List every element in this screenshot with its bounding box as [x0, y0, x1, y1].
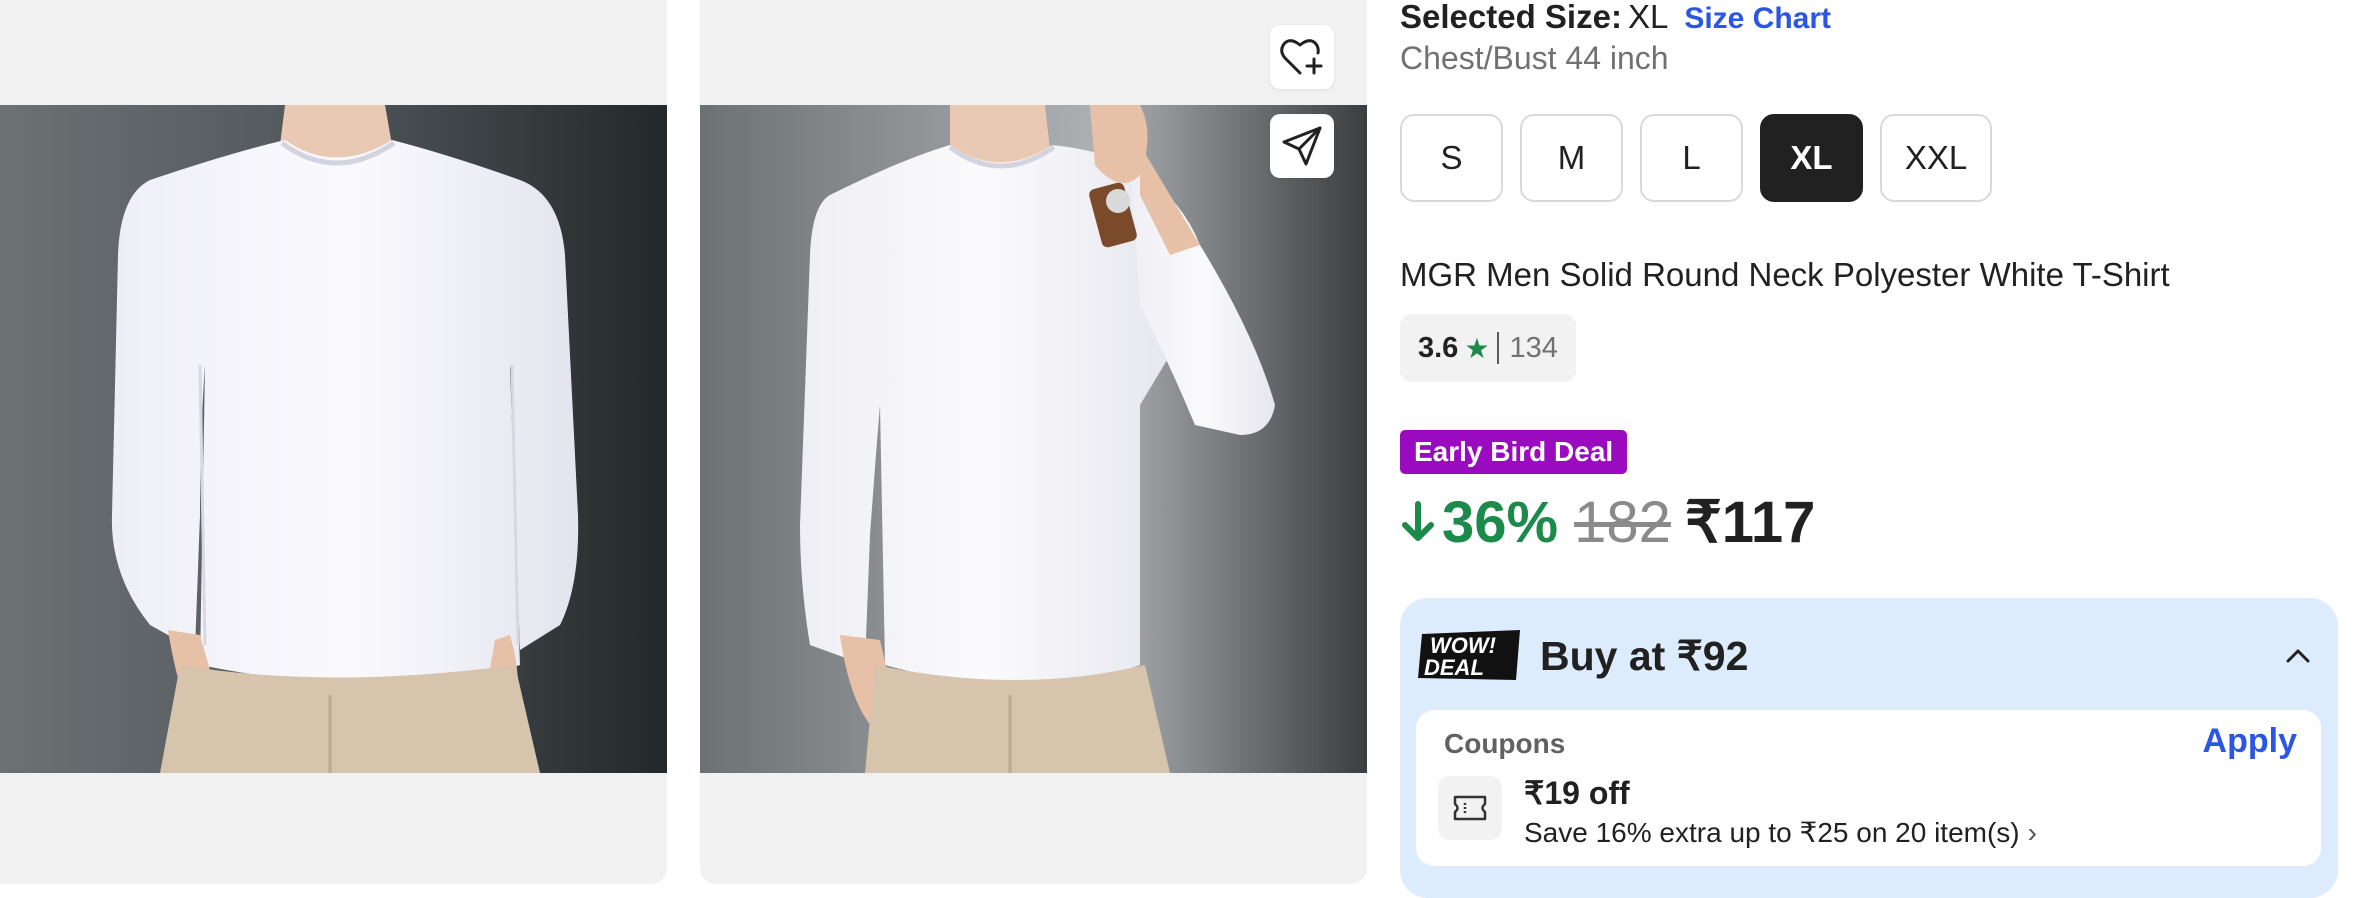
size-measurement: Chest/Bust 44 inch [1400, 40, 1669, 76]
coupon-offer: ₹19 off [1524, 775, 1630, 811]
wow-deal-card: WOW! DEAL Buy at ₹92 Coupons Apply ₹19 o… [1400, 598, 2338, 898]
paper-plane-icon[interactable] [1270, 114, 1334, 178]
size-option-xl[interactable]: XL [1760, 114, 1863, 202]
price-row: 36% 182 ₹117 [1400, 488, 1815, 556]
apply-button[interactable]: Apply [2203, 722, 2297, 761]
size-chart-link[interactable]: Size Chart [1684, 2, 1831, 35]
selected-size-label: Selected Size: [1400, 0, 1622, 35]
size-options: S M L XL XXL [1400, 114, 1992, 202]
size-option-xxl[interactable]: XXL [1880, 114, 1992, 202]
star-icon: ★ [1464, 332, 1490, 364]
arrow-down-icon [1402, 501, 1434, 541]
ticket-icon [1438, 776, 1502, 840]
size-option-m[interactable]: M [1520, 114, 1623, 202]
discount: 36% [1400, 489, 1558, 556]
selected-size-row: Selected Size: XL Size Chart [1400, 0, 1831, 36]
product-photo-2[interactable] [700, 105, 1367, 773]
coupons-header: Coupons [1444, 728, 1566, 759]
wow-deal-logo: WOW! DEAL [1416, 628, 1524, 682]
selected-size-value: XL [1627, 0, 1669, 35]
coupon-description[interactable]: Save 16% extra up to ₹25 on 20 item(s) › [1524, 816, 2037, 849]
heart-plus-icon[interactable] [1270, 25, 1334, 89]
chevron-right-icon: › [2027, 817, 2037, 848]
product-title: MGR Men Solid Round Neck Polyester White… [1400, 256, 2170, 293]
coupons-card: Coupons Apply ₹19 off Save 16% extra up … [1416, 710, 2321, 866]
current-price: ₹117 [1684, 490, 1816, 555]
product-photo-1[interactable] [0, 105, 667, 773]
wow-logo-line2: DEAL [1424, 655, 1484, 680]
rating-value: 3.6 [1418, 331, 1459, 364]
chevron-up-icon[interactable] [2280, 638, 2316, 674]
product-image-card-2[interactable] [700, 0, 1367, 884]
discount-percent: 36% [1442, 489, 1559, 555]
early-bird-badge: Early Bird Deal [1400, 430, 1628, 474]
rating-divider [1497, 332, 1500, 364]
product-image-card-1[interactable] [0, 0, 667, 884]
size-option-l[interactable]: L [1640, 114, 1743, 202]
coupon-description-text: Save 16% extra up to ₹25 on 20 item(s) [1524, 817, 2020, 848]
rating-count: 134 [1509, 331, 1558, 364]
size-option-s[interactable]: S [1400, 114, 1503, 202]
rating-badge[interactable]: 3.6 ★ 134 [1400, 314, 1576, 382]
wow-deal-title: Buy at ₹92 [1540, 633, 1749, 679]
original-price: 182 [1574, 489, 1671, 555]
